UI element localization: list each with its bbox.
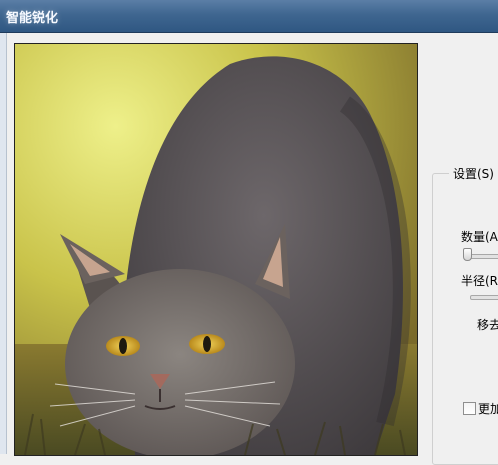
settings-group-title: 设置(S) xyxy=(449,165,498,182)
window-frame-edge xyxy=(0,33,7,454)
title-bar[interactable]: 智能锐化 xyxy=(0,0,498,33)
amount-slider-thumb[interactable] xyxy=(463,248,472,261)
more-accurate-checkbox[interactable] xyxy=(463,402,476,415)
radius-slider[interactable] xyxy=(470,295,498,300)
cat-preview-photo xyxy=(15,44,417,455)
preview-image[interactable] xyxy=(14,43,418,456)
amount-label: 数量(A xyxy=(461,230,498,244)
window-title: 智能锐化 xyxy=(6,11,59,26)
more-accurate-label: 更加 xyxy=(478,402,498,416)
radius-label: 半径(R xyxy=(461,274,498,288)
remove-label: 移去 xyxy=(477,318,498,332)
